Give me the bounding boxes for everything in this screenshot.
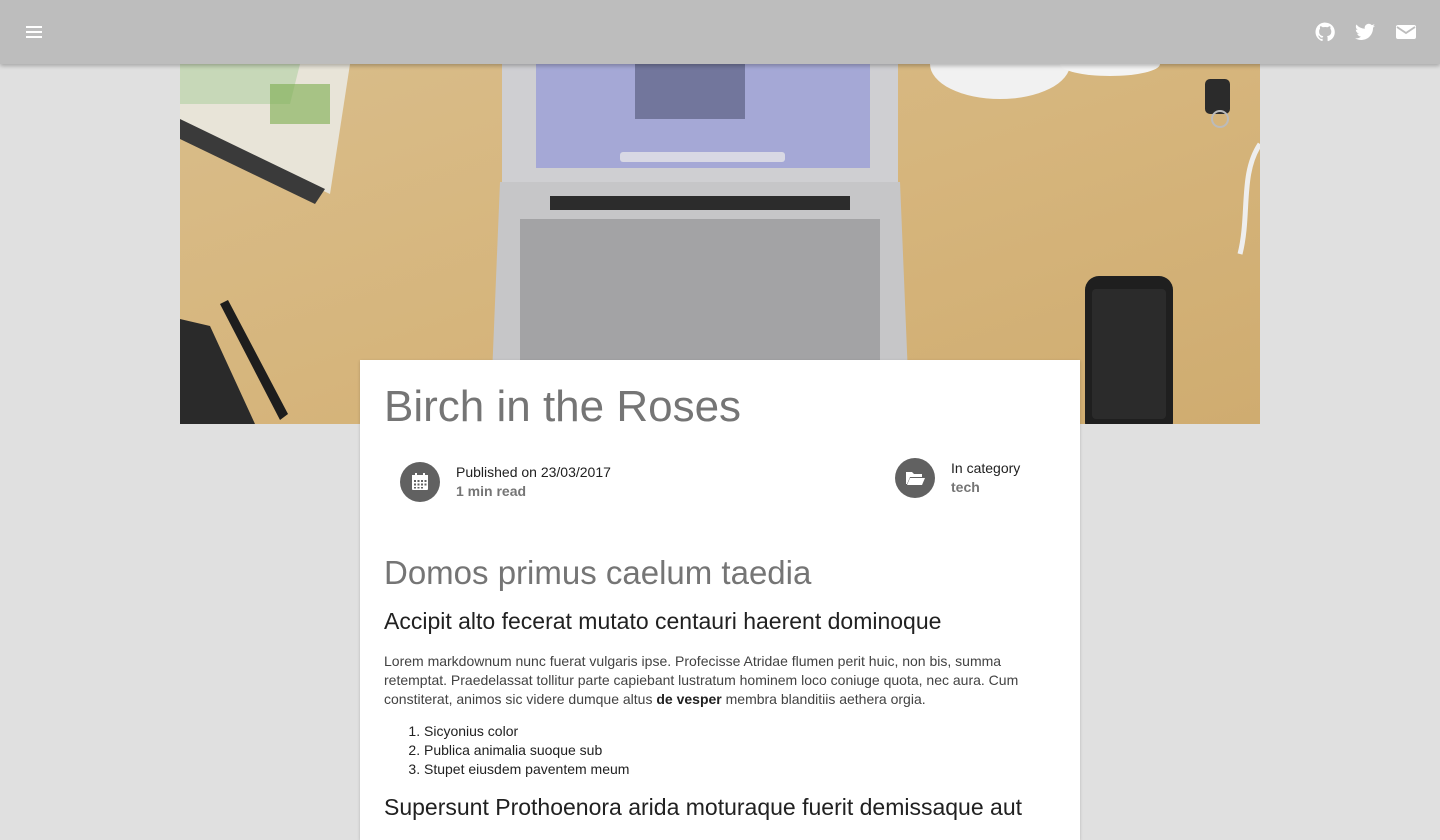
envelope-icon[interactable] <box>1394 20 1418 44</box>
folder-open-icon <box>895 458 935 498</box>
bold-text: de vesper <box>656 691 722 707</box>
list-item: Publica animalia suoque sub <box>424 741 629 760</box>
hamburger-menu-icon[interactable] <box>24 22 44 42</box>
post-title: Birch in the Roses <box>384 382 742 431</box>
category-label: In category <box>951 460 1021 476</box>
list-item: Sicyonius color <box>424 722 629 741</box>
twitter-icon[interactable] <box>1353 20 1377 44</box>
read-time: 1 min read <box>456 483 527 499</box>
top-app-bar <box>0 0 1440 64</box>
calendar-icon <box>400 462 440 502</box>
subsection-heading-2: Supersunt Prothoenora arida moturaque fu… <box>384 794 1023 820</box>
category-link[interactable]: tech <box>951 479 980 495</box>
github-icon[interactable] <box>1313 20 1337 44</box>
published-date: Published on 23/03/2017 <box>456 464 611 480</box>
body-paragraph: Lorem markdownum nunc fuerat vulgaris ip… <box>384 653 1019 707</box>
ordered-list: Sicyonius color Publica animalia suoque … <box>384 722 629 779</box>
subsection-heading: Accipit alto fecerat mutato centauri hae… <box>384 608 942 634</box>
article-card: Birch in the Roses Published on 23/03/20… <box>360 360 1080 840</box>
list-item: Stupet eiusdem paventem meum <box>424 760 629 779</box>
section-heading: Domos primus caelum taedia <box>384 554 812 591</box>
